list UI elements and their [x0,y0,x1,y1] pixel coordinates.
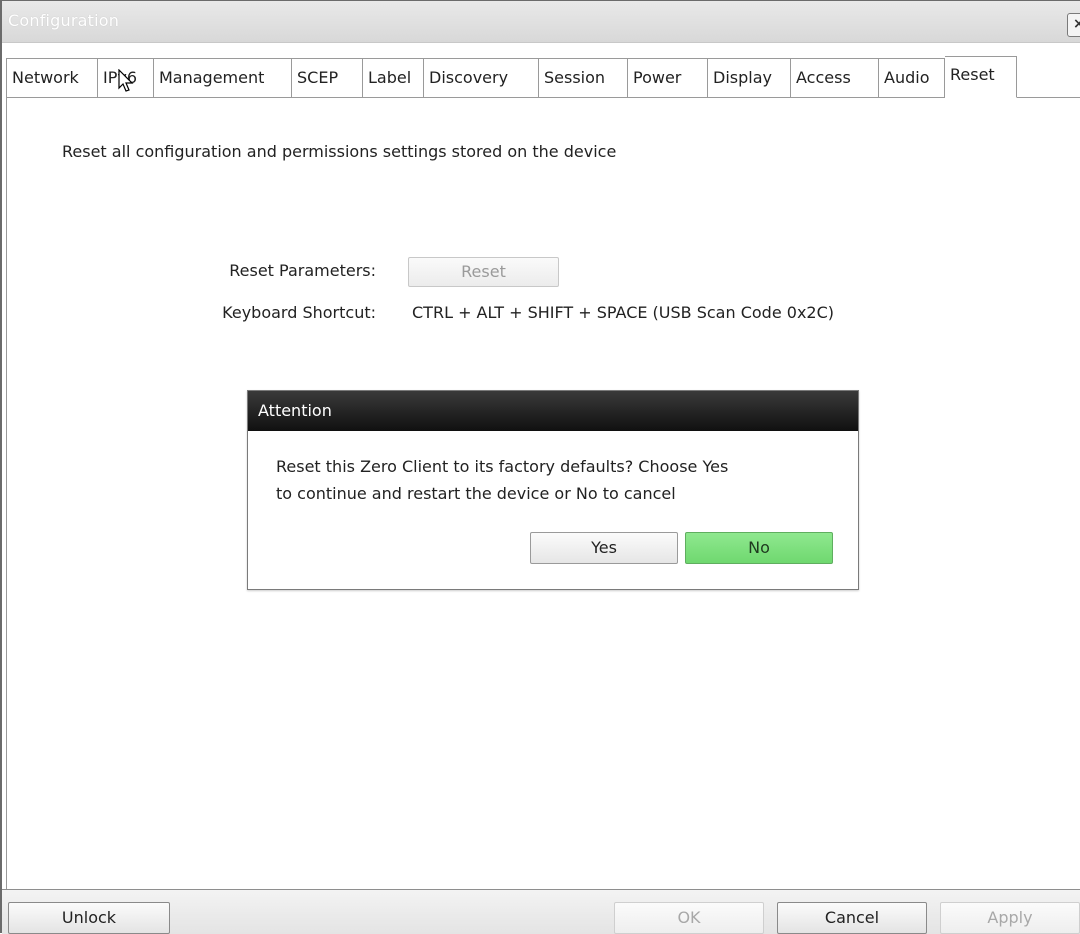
dialog-message-line1: Reset this Zero Client to its factory de… [276,457,729,476]
dialog-message-line2: to continue and restart the device or No… [276,484,676,503]
tab-scep[interactable]: SCEP [292,58,363,98]
title-bar: Configuration × [2,1,1080,43]
configuration-window: Configuration × Network IPv6 Management … [0,0,1080,934]
dialog-message: Reset this Zero Client to its factory de… [276,453,846,507]
tab-network[interactable]: Network [6,58,98,98]
reset-parameters-label: Reset Parameters: [229,261,376,280]
tab-label[interactable]: Label [363,58,424,98]
ok-button[interactable]: OK [614,902,764,934]
tab-access[interactable]: Access [791,58,879,98]
reset-button[interactable]: Reset [408,257,559,287]
tab-session[interactable]: Session [539,58,628,98]
tab-discovery[interactable]: Discovery [424,58,539,98]
bottom-button-bar: Unlock OK Cancel Apply [2,889,1080,934]
unlock-button[interactable]: Unlock [8,902,170,934]
dialog-title: Attention [248,391,858,431]
apply-button[interactable]: Apply [940,902,1080,934]
keyboard-shortcut-label: Keyboard Shortcut: [222,303,376,322]
reset-description: Reset all configuration and permissions … [62,142,617,161]
no-button[interactable]: No [685,532,833,564]
tab-ipv6[interactable]: IPv6 [98,58,154,98]
window-title: Configuration [8,11,120,30]
yes-button[interactable]: Yes [530,532,678,564]
tab-display[interactable]: Display [708,58,791,98]
close-icon[interactable]: × [1067,13,1080,37]
attention-dialog: Attention Reset this Zero Client to its … [247,390,859,590]
tab-audio[interactable]: Audio [879,58,945,98]
tab-power[interactable]: Power [628,58,708,98]
keyboard-shortcut-value: CTRL + ALT + SHIFT + SPACE (USB Scan Cod… [412,303,834,322]
cancel-button[interactable]: Cancel [777,902,927,934]
tab-reset[interactable]: Reset [945,56,1017,98]
tab-bar: Network IPv6 Management SCEP Label Disco… [6,56,1017,98]
tab-management[interactable]: Management [154,58,292,98]
